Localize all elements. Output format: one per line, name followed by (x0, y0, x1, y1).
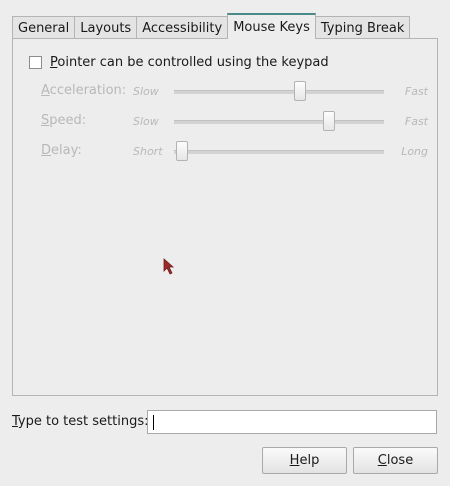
speed-label: Speed: (41, 113, 87, 128)
acceleration-min-label: Slow (133, 85, 159, 98)
speed-slider-row: Speed: Slow Fast (41, 111, 431, 131)
text-caret (153, 415, 154, 430)
acceleration-slider-thumb[interactable] (294, 81, 306, 101)
mouse-keys-panel: Pointer can be controlled using the keyp… (12, 38, 438, 396)
pointer-keypad-checkbox[interactable] (29, 56, 42, 69)
acceleration-label: Acceleration: (41, 83, 127, 98)
acceleration-slider-track[interactable] (174, 90, 384, 94)
speed-max-label: Fast (404, 115, 428, 128)
delay-min-label: Short (133, 145, 163, 158)
tab-general[interactable]: General (12, 16, 76, 39)
tab-accessibility[interactable]: Accessibility (136, 16, 229, 39)
speed-slider-track[interactable] (174, 120, 384, 124)
acceleration-slider-row: Acceleration: Slow Fast (41, 81, 431, 101)
pointer-keypad-option[interactable]: Pointer can be controlled using the keyp… (29, 55, 329, 70)
tab-typing-break[interactable]: Typing Break (314, 16, 411, 39)
speed-min-label: Slow (133, 115, 159, 128)
close-button[interactable]: Close (353, 447, 438, 474)
test-settings-label: Type to test settings: (12, 414, 149, 429)
delay-max-label: Long (401, 145, 428, 158)
delay-slider-track[interactable] (174, 150, 384, 154)
pointer-keypad-label: Pointer can be controlled using the keyp… (50, 55, 329, 70)
delay-label: Delay: (41, 143, 82, 158)
tab-layouts[interactable]: Layouts (74, 16, 138, 39)
speed-slider-thumb[interactable] (323, 111, 336, 131)
tab-mouse-keys[interactable]: Mouse Keys (227, 13, 316, 39)
test-settings-input[interactable] (147, 410, 437, 434)
test-settings-row: Type to test settings: (12, 410, 438, 434)
keyboard-preferences-window: General Layouts Accessibility Mouse Keys… (0, 0, 450, 486)
delay-slider-thumb[interactable] (176, 141, 189, 161)
help-button[interactable]: Help (262, 447, 347, 474)
mouse-pointer-icon (163, 258, 175, 275)
acceleration-max-label: Fast (404, 85, 428, 98)
delay-slider-row: Delay: Short Long (41, 141, 431, 161)
tab-bar: General Layouts Accessibility Mouse Keys… (12, 13, 411, 39)
